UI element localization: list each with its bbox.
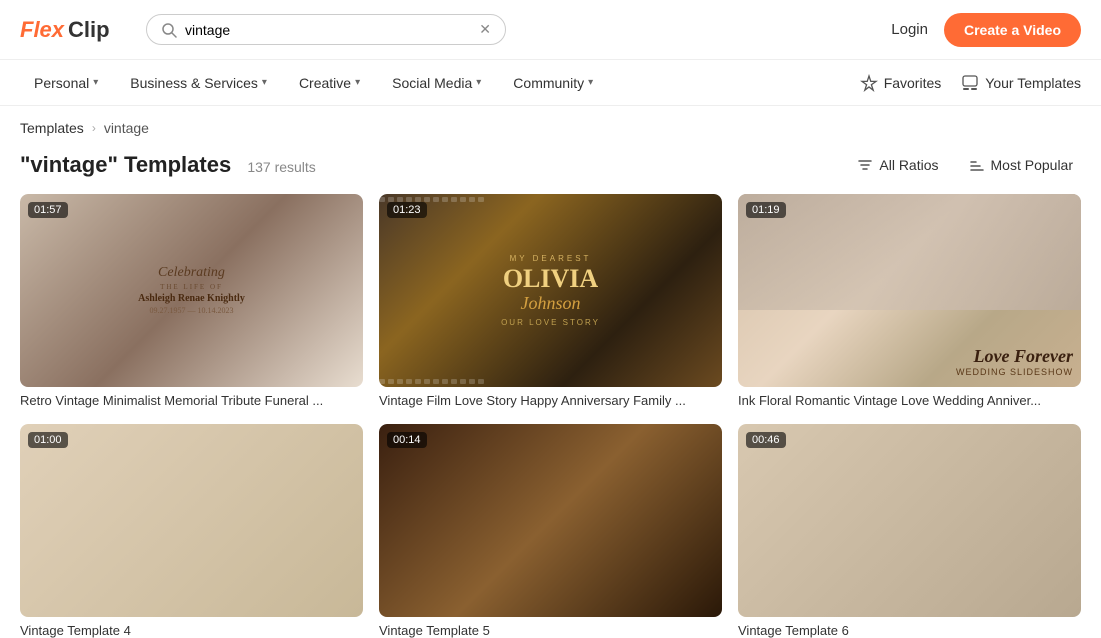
page-title-section: "vintage" Templates 137 results All Rati… (0, 144, 1101, 194)
favorites-button[interactable]: Favorites (860, 74, 942, 92)
template-title: Retro Vintage Minimalist Memorial Tribut… (20, 393, 363, 408)
breadcrumb-current: vintage (104, 120, 149, 136)
nav-item-social[interactable]: Social Media ▾ (378, 67, 495, 99)
nav-item-community[interactable]: Community ▾ (499, 67, 607, 99)
results-count: 137 results (247, 159, 315, 175)
breadcrumb: Templates › vintage (0, 106, 1101, 144)
nav-item-personal[interactable]: Personal ▾ (20, 67, 112, 99)
template-icon (961, 74, 979, 92)
template-thumbnail: 00:14 (379, 424, 722, 617)
nav-label-community: Community (513, 75, 584, 91)
duration-badge: 01:00 (28, 432, 68, 448)
header: FlexClip ✕ Login Create a Video (0, 0, 1101, 60)
chevron-down-icon: ▾ (93, 77, 98, 88)
breadcrumb-separator: › (92, 121, 96, 135)
template-card[interactable]: 01:00 Vintage Template 4 (20, 424, 363, 638)
template-card[interactable]: Love Forever Wedding Slideshow 01:19 Ink… (738, 194, 1081, 408)
template-title: Vintage Film Love Story Happy Anniversar… (379, 393, 722, 408)
favorites-label: Favorites (884, 75, 942, 91)
nav-label-personal: Personal (34, 75, 89, 91)
clear-search-icon[interactable]: ✕ (479, 21, 491, 38)
star-icon (860, 74, 878, 92)
nav-label-creative: Creative (299, 75, 351, 91)
template-card[interactable]: MY DEAREST OLIVIA Johnson OUR LOVE STORY… (379, 194, 722, 408)
nav-item-business[interactable]: Business & Services ▾ (116, 67, 281, 99)
nav-item-creative[interactable]: Creative ▾ (285, 67, 374, 99)
duration-badge: 01:23 (387, 202, 427, 218)
search-input[interactable] (185, 22, 471, 38)
breadcrumb-templates-link[interactable]: Templates (20, 120, 84, 136)
chevron-down-icon: ▾ (262, 77, 267, 88)
template-title: Vintage Template 6 (738, 623, 1081, 638)
templates-word: Templates (124, 152, 231, 177)
template-thumbnail: Celebrating THE LIFE OF Ashleigh Renae K… (20, 194, 363, 387)
template-title: Vintage Template 4 (20, 623, 363, 638)
filter-section: All Ratios Most Popular (849, 153, 1081, 177)
all-ratios-filter[interactable]: All Ratios (849, 153, 946, 177)
chevron-down-icon: ▾ (588, 77, 593, 88)
template-card[interactable]: 00:46 Vintage Template 6 (738, 424, 1081, 638)
template-card[interactable]: Celebrating THE LIFE OF Ashleigh Renae K… (20, 194, 363, 408)
navigation: Personal ▾ Business & Services ▾ Creativ… (0, 60, 1101, 106)
most-popular-filter[interactable]: Most Popular (961, 153, 1081, 177)
sort-icon (969, 157, 985, 173)
search-term: "vintage" (20, 152, 118, 177)
search-bar: ✕ (146, 14, 506, 45)
nav-label-business: Business & Services (130, 75, 258, 91)
nav-label-social: Social Media (392, 75, 472, 91)
template-title: Vintage Template 5 (379, 623, 722, 638)
duration-badge: 00:14 (387, 432, 427, 448)
chevron-down-icon: ▾ (355, 77, 360, 88)
login-button[interactable]: Login (891, 21, 928, 38)
your-templates-button[interactable]: Your Templates (961, 74, 1081, 92)
logo-flex: Flex (20, 17, 64, 43)
duration-badge: 01:57 (28, 202, 68, 218)
logo-clip: Clip (68, 17, 110, 43)
most-popular-label: Most Popular (991, 157, 1073, 173)
logo[interactable]: FlexClip (20, 17, 130, 43)
template-card[interactable]: 00:14 Vintage Template 5 (379, 424, 722, 638)
nav-right: Favorites Your Templates (860, 74, 1081, 92)
duration-badge: 01:19 (746, 202, 786, 218)
templates-grid: Celebrating THE LIFE OF Ashleigh Renae K… (0, 194, 1101, 638)
create-video-button[interactable]: Create a Video (944, 13, 1081, 47)
template-title: Ink Floral Romantic Vintage Love Wedding… (738, 393, 1081, 408)
template-thumbnail: Love Forever Wedding Slideshow 01:19 (738, 194, 1081, 387)
template-thumbnail: 01:00 (20, 424, 363, 617)
search-icon (161, 22, 177, 38)
chevron-down-icon: ▾ (476, 77, 481, 88)
all-ratios-label: All Ratios (879, 157, 938, 173)
duration-badge: 00:46 (746, 432, 786, 448)
your-templates-label: Your Templates (985, 75, 1081, 91)
page-title: "vintage" Templates 137 results (20, 152, 316, 178)
filter-icon (857, 157, 873, 173)
header-right: Login Create a Video (891, 13, 1081, 47)
template-thumbnail: MY DEAREST OLIVIA Johnson OUR LOVE STORY… (379, 194, 722, 387)
template-thumbnail: 00:46 (738, 424, 1081, 617)
